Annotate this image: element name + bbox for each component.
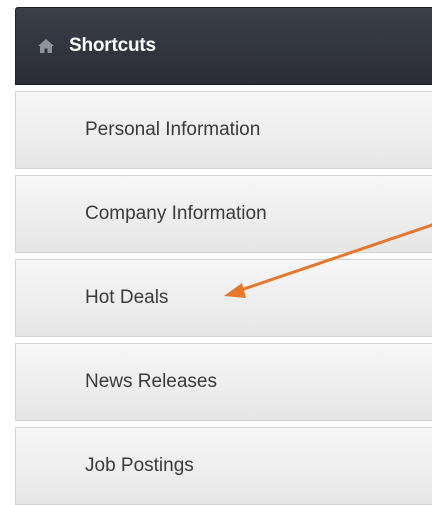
menu-item-label: Company Information xyxy=(85,203,267,224)
menu-item-label: Job Postings xyxy=(85,455,194,476)
menu-item-company-information[interactable]: Company Information xyxy=(15,175,432,253)
menu-item-job-postings[interactable]: Job Postings xyxy=(15,427,432,505)
shortcuts-menu: Shortcuts Personal Information Company I… xyxy=(15,7,432,505)
shortcuts-title: Shortcuts xyxy=(69,35,156,56)
menu-item-label: News Releases xyxy=(85,371,217,392)
menu-item-news-releases[interactable]: News Releases xyxy=(15,343,432,421)
shortcuts-header[interactable]: Shortcuts xyxy=(15,7,432,85)
menu-item-hot-deals[interactable]: Hot Deals xyxy=(15,259,432,337)
menu-item-personal-information[interactable]: Personal Information xyxy=(15,91,432,169)
menu-item-label: Hot Deals xyxy=(85,287,169,308)
home-icon xyxy=(37,37,55,55)
menu-item-label: Personal Information xyxy=(85,119,261,140)
